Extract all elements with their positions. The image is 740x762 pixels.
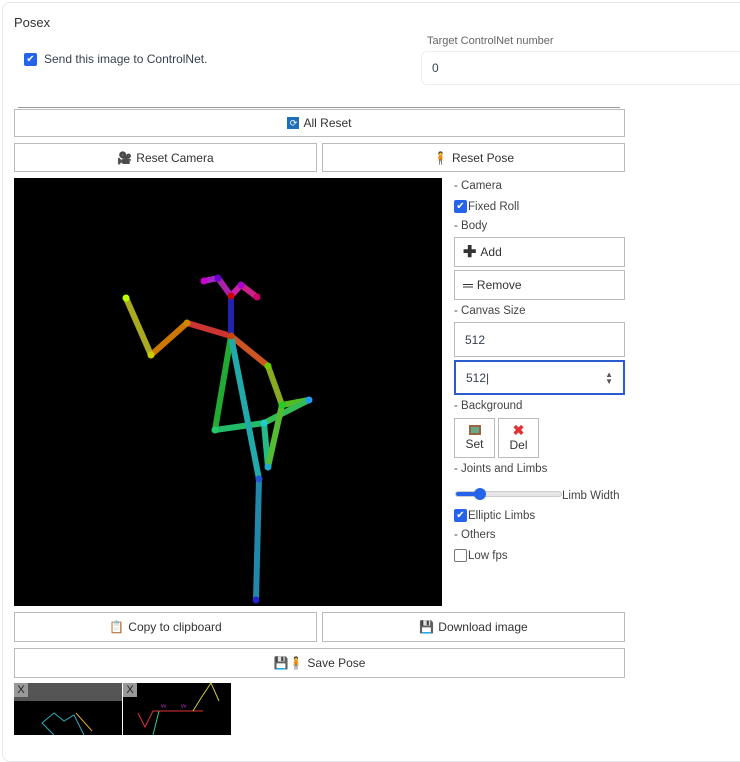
set-background-button[interactable]: Set	[454, 418, 495, 458]
person-icon: 🧍	[433, 150, 448, 165]
minus-icon: ═	[463, 277, 473, 293]
joint-lear[interactable]	[253, 293, 261, 301]
joint-rh[interactable]	[211, 426, 219, 434]
joint-leye[interactable]	[237, 281, 245, 289]
spinner-icon[interactable]: ▲ ▼	[605, 370, 613, 385]
reset-pose-button[interactable]: 🧍 Reset Pose	[322, 143, 625, 172]
joint-rear[interactable]	[200, 277, 208, 285]
picture-icon	[468, 425, 481, 435]
checkbox-checked-icon: ✔	[454, 509, 467, 522]
svg-text:ᵥᵥ: ᵥᵥ	[180, 700, 187, 709]
add-body-button[interactable]: ✚ Add	[454, 237, 625, 267]
limb[interactable]	[148, 320, 190, 358]
panel-title: Posex	[14, 15, 51, 30]
svg-text:ᵥᵥ: ᵥᵥ	[160, 700, 167, 709]
body-section-label: - Body	[454, 220, 488, 232]
download-label: Download image	[438, 620, 528, 634]
limb[interactable]	[253, 476, 262, 603]
joint-re[interactable]	[147, 351, 155, 359]
reset-camera-label: Reset Camera	[136, 150, 214, 165]
joint-rw[interactable]	[122, 294, 130, 302]
thumb-pose	[41, 712, 93, 735]
del-label: Del	[509, 438, 528, 452]
copy-clipboard-button[interactable]: 📋 Copy to clipboard	[14, 612, 317, 642]
fixed-roll-label: Fixed Roll	[468, 200, 520, 213]
canvas-height-input[interactable]: 512 | ▲ ▼	[454, 360, 625, 395]
pose-canvas[interactable]	[14, 178, 442, 606]
joint-lk[interactable]	[252, 596, 260, 604]
joints-limbs-label: - Joints and Limbs	[454, 463, 548, 475]
reset-camera-button[interactable]: 🎥 Reset Camera	[14, 143, 317, 172]
joint-ra[interactable]	[264, 463, 272, 471]
all-reset-button[interactable]: ⟳ All Reset	[14, 109, 625, 137]
camera-section-label: - Camera	[454, 180, 502, 192]
limb[interactable]	[212, 333, 234, 433]
low-fps-label: Low fps	[468, 549, 508, 562]
checkbox-checked-icon: ✔	[454, 200, 467, 213]
save-pose-button[interactable]: 💾🧍 Save Pose	[14, 648, 625, 678]
send-to-controlnet-checkbox[interactable]: ✔ Send this image to ControlNet.	[24, 52, 207, 66]
fixed-roll-checkbox[interactable]: ✔ Fixed Roll	[454, 200, 519, 213]
limb-width-slider[interactable]	[455, 488, 562, 500]
delete-thumbnail-icon[interactable]: X	[123, 683, 137, 697]
copy-label: Copy to clipboard	[128, 620, 222, 634]
joint-neck[interactable]	[227, 332, 235, 340]
others-label: - Others	[454, 529, 496, 541]
joint-rs[interactable]	[183, 319, 191, 327]
joint-ls[interactable]	[264, 362, 272, 370]
floppy-icon: 💾	[419, 620, 435, 634]
joint-lh[interactable]	[255, 475, 263, 483]
limb[interactable]	[184, 320, 234, 339]
limb[interactable]	[212, 420, 267, 433]
saved-pose-thumbnail[interactable]: X	[14, 683, 122, 735]
low-fps-checkbox[interactable]: Low fps	[454, 549, 508, 562]
set-label: Set	[465, 437, 484, 451]
canvas-height-value: 512	[466, 370, 487, 385]
limb-width-label: Limb Width	[562, 490, 620, 502]
joint-le[interactable]	[278, 401, 286, 409]
limb[interactable]	[265, 363, 285, 408]
reset-pose-label: Reset Pose	[451, 150, 514, 165]
download-image-button[interactable]: 💾 Download image	[322, 612, 625, 642]
background-label: - Background	[454, 400, 523, 412]
limb[interactable]	[123, 295, 154, 358]
joint-rk[interactable]	[260, 419, 268, 427]
save-pose-label: Save Pose	[307, 656, 366, 670]
remove-label: Remove	[476, 278, 522, 292]
plus-icon: ✚	[463, 244, 477, 261]
saved-pose-thumbnail[interactable]: ᵥᵥ ᵥᵥ X	[123, 683, 231, 735]
joint-reye[interactable]	[214, 274, 222, 282]
target-controlnet-input[interactable]: 0	[421, 51, 740, 85]
refresh-icon: ⟳	[287, 117, 300, 129]
clipboard-icon: 📋	[109, 620, 125, 634]
joint-lw[interactable]	[305, 396, 313, 404]
all-reset-label: All Reset	[303, 116, 352, 130]
thumb-pose: ᵥᵥ ᵥᵥ	[137, 683, 220, 735]
floppy-person-icon: 💾🧍	[273, 656, 304, 670]
divider	[18, 107, 620, 108]
remove-body-button[interactable]: ═ Remove	[454, 270, 625, 300]
canvas-width-input[interactable]: 512	[454, 322, 625, 357]
canvas-size-label: - Canvas Size	[454, 305, 526, 317]
checkbox-checked-icon: ✔	[24, 52, 37, 66]
camera-icon: 🎥	[117, 150, 133, 165]
delete-thumbnail-icon[interactable]: X	[14, 683, 28, 697]
checkbox-unchecked-icon	[454, 549, 467, 562]
cross-icon: ✖	[512, 422, 525, 438]
slider-thumb[interactable]	[474, 488, 486, 500]
elliptic-label: Elliptic Limbs	[468, 509, 536, 522]
target-label: Target ControlNet number	[427, 35, 554, 47]
elliptic-limbs-checkbox[interactable]: ✔ Elliptic Limbs	[454, 509, 535, 522]
add-label: Add	[480, 245, 502, 259]
send-label: Send this image to ControlNet.	[44, 52, 208, 66]
delete-background-button[interactable]: ✖ Del	[498, 418, 539, 458]
joint-nose[interactable]	[227, 292, 235, 300]
